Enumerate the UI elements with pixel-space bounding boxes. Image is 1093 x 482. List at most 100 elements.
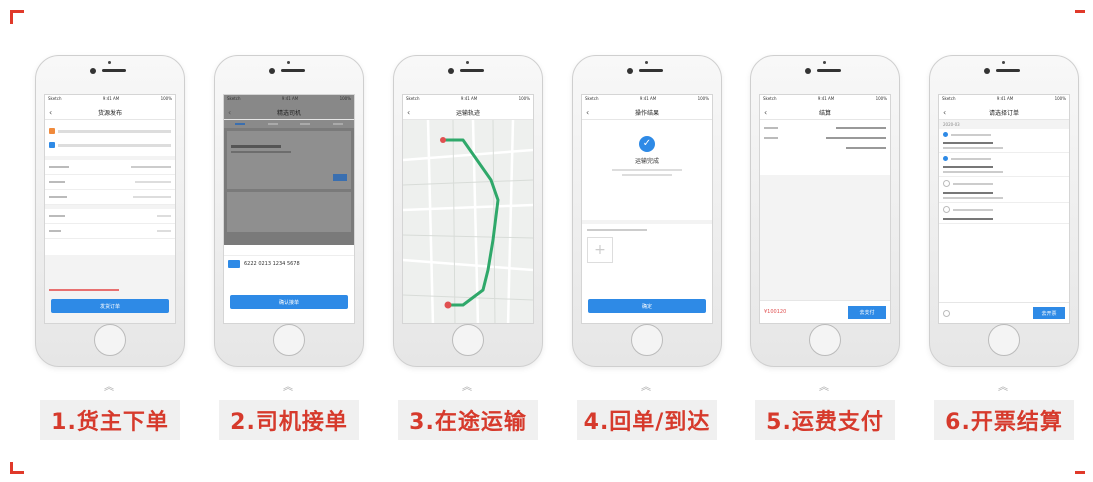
- status-bar: Sketch 9:41 AM 100%: [582, 95, 712, 105]
- origin-pin-icon: [440, 137, 446, 143]
- checkbox-checked-icon[interactable]: [943, 156, 948, 161]
- form-row[interactable]: [45, 175, 175, 190]
- home-button[interactable]: [809, 324, 841, 356]
- home-button[interactable]: [631, 324, 663, 356]
- upload-label-line: [587, 229, 647, 231]
- agreement-line: [49, 289, 119, 291]
- chevron-up-icon: ︽: [104, 382, 114, 393]
- order-item[interactable]: [939, 153, 1069, 177]
- order-item[interactable]: [939, 203, 1069, 224]
- tab[interactable]: [300, 123, 311, 125]
- corner-mark-bottom-left-h: [10, 471, 24, 474]
- month-header: 2020-03: [939, 120, 1069, 129]
- nav-bar: ‹ 货源发布: [45, 105, 175, 120]
- nav-title: 运输轨迹: [455, 109, 480, 117]
- screen-step-3: Sketch 9:41 AM 100% ‹ 运输轨迹: [402, 94, 534, 324]
- carrier-label: Sketch: [763, 96, 777, 101]
- battery-label: 100%: [697, 96, 709, 101]
- sensor-dot: [466, 61, 469, 64]
- confirm-button[interactable]: 确定: [588, 299, 706, 313]
- route-line: [231, 145, 281, 148]
- battery-label: 100%: [875, 96, 887, 101]
- origin-placeholder-line: [58, 129, 171, 133]
- camera-icon: [269, 68, 275, 74]
- camera-icon: [90, 68, 96, 74]
- screen-step-1: Sketch 9:41 AM 100% ‹ 货源发布 发货订单: [44, 94, 176, 324]
- home-button[interactable]: [988, 324, 1020, 356]
- tab[interactable]: [267, 123, 278, 125]
- order-card[interactable]: [227, 192, 351, 232]
- chevron-up-icon: ︽: [819, 382, 829, 393]
- address-card[interactable]: [45, 120, 175, 156]
- step-label-6: 6.开票结算: [934, 400, 1074, 440]
- speaker-grill: [639, 69, 663, 72]
- home-button[interactable]: [452, 324, 484, 356]
- nav-title: 结算: [818, 109, 831, 117]
- photo-upload-section: +: [582, 224, 712, 268]
- screen-step-4: Sketch 9:41 AM 100% ‹ 操作结果 ✓ 运输完成 + 确定: [581, 94, 713, 324]
- origin-icon: [49, 128, 55, 134]
- speaker-grill: [102, 69, 126, 72]
- accept-button-small[interactable]: [333, 174, 347, 181]
- camera-icon: [984, 68, 990, 74]
- order-item[interactable]: [939, 177, 1069, 203]
- time-label: 9:41 AM: [460, 96, 478, 101]
- status-bar: Sketch 9:41 AM 100%: [403, 95, 533, 105]
- battery-label: 100%: [1054, 96, 1066, 101]
- carrier-label: Sketch: [585, 96, 599, 101]
- nav-bar: ‹ 操作结果: [582, 105, 712, 120]
- invoice-bar: 去开票: [939, 302, 1069, 323]
- destination-pin-icon: [444, 301, 452, 309]
- route-map[interactable]: [403, 120, 533, 324]
- checkbox-checked-icon[interactable]: [943, 132, 948, 137]
- pay-bar: ¥100120 去支付: [760, 300, 890, 323]
- bank-card-number: 6222 0213 1234 5678: [244, 261, 300, 267]
- back-icon[interactable]: ‹: [228, 108, 231, 117]
- screen-step-5: Sketch 9:41 AM 100% ‹ 结算 ¥100120 去支付: [759, 94, 891, 324]
- home-button[interactable]: [273, 324, 305, 356]
- back-icon[interactable]: ‹: [586, 108, 589, 117]
- form-row[interactable]: [45, 209, 175, 224]
- nav-title: 货源发布: [97, 109, 122, 117]
- speaker-grill: [460, 69, 484, 72]
- form-row[interactable]: [45, 190, 175, 205]
- checkbox-empty-icon[interactable]: [943, 180, 950, 187]
- camera-icon: [805, 68, 811, 74]
- submit-order-button[interactable]: 发货订单: [51, 299, 169, 313]
- phone-step-3: Sketch 9:41 AM 100% ‹ 运输轨迹: [393, 55, 543, 367]
- home-button[interactable]: [94, 324, 126, 356]
- order-item[interactable]: [939, 129, 1069, 153]
- form-row[interactable]: [45, 160, 175, 175]
- select-all-icon[interactable]: [943, 309, 950, 317]
- sheet-header: [224, 245, 354, 256]
- nav-bar: ‹ 精选司机: [224, 105, 354, 120]
- step-label-1: 1.货主下单: [40, 400, 180, 440]
- back-icon[interactable]: ‹: [764, 108, 767, 117]
- time-label: 9:41 AM: [817, 96, 835, 101]
- tab[interactable]: [332, 123, 343, 125]
- form-row[interactable]: [45, 224, 175, 239]
- status-bar: Sketch 9:41 AM 100%: [45, 95, 175, 105]
- time-label: 9:41 AM: [281, 96, 299, 101]
- nav-title: 请选择订单: [988, 109, 1019, 117]
- back-icon[interactable]: ‹: [943, 108, 946, 117]
- back-icon[interactable]: ‹: [407, 108, 410, 117]
- battery-label: 100%: [339, 96, 351, 101]
- destination-placeholder-line: [58, 143, 171, 147]
- bank-card-option[interactable]: 6222 0213 1234 5678: [224, 256, 354, 272]
- speaker-grill: [996, 69, 1020, 72]
- corner-mark-top-right: [1075, 10, 1085, 13]
- confirm-accept-button[interactable]: 确认接单: [230, 295, 348, 309]
- nav-bar: ‹ 运输轨迹: [403, 105, 533, 120]
- result-title: 运输完成: [634, 158, 659, 165]
- back-icon[interactable]: ‹: [49, 108, 52, 117]
- checkbox-empty-icon[interactable]: [943, 206, 950, 213]
- order-card[interactable]: [227, 131, 351, 189]
- corner-mark-top-left-h: [10, 10, 24, 13]
- pay-button[interactable]: 去支付: [848, 305, 886, 319]
- tab-active[interactable]: [235, 123, 246, 125]
- status-bar: Sketch 9:41 AM 100%: [939, 95, 1069, 105]
- add-photo-icon[interactable]: +: [587, 237, 613, 263]
- invoice-button[interactable]: 去开票: [1033, 307, 1065, 319]
- step-label-3: 3.在途运输: [398, 400, 538, 440]
